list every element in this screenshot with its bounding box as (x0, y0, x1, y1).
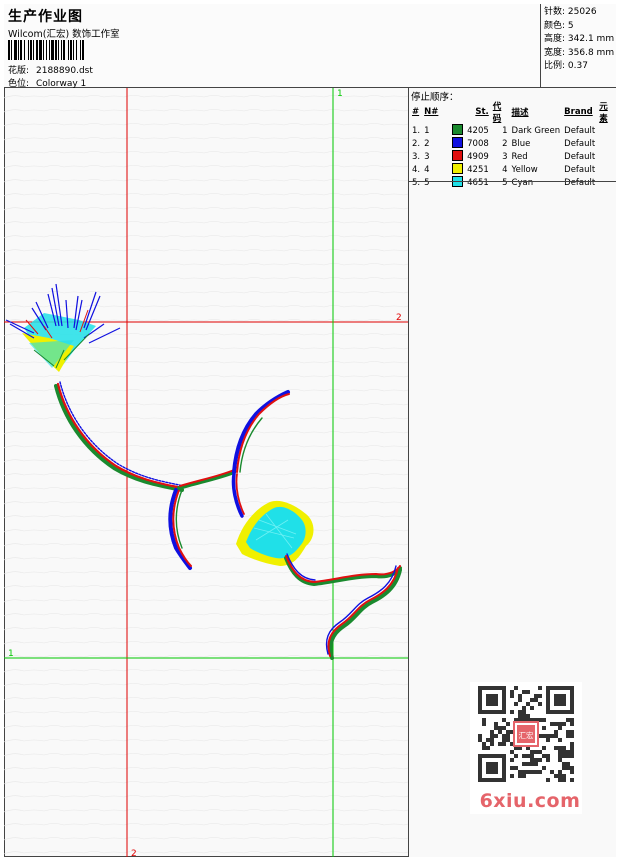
stat-scale: 比例: 0.37 (544, 61, 588, 71)
design-name-row: 花版: 2188890.dst (8, 63, 93, 76)
cell-element (597, 137, 616, 150)
col-swatch (450, 100, 465, 124)
cell-n: 2 (424, 138, 430, 149)
cell-element (597, 163, 616, 176)
col-index: # (412, 107, 420, 117)
table-row: 3. 3 4909 3 Red Default (410, 150, 616, 163)
red-horizontal-guide-label: 2 (396, 313, 402, 323)
cell-stitches: 4909 (467, 151, 489, 162)
color-swatch (450, 124, 465, 137)
cell-stitches: 7008 (467, 138, 489, 149)
stat-stitches: 针数: 25026 (544, 7, 597, 17)
cell-index: 4. (412, 164, 421, 175)
page-title: 生产作业图 (8, 9, 83, 25)
cell-code: 1 (502, 125, 508, 136)
thread-color-swatch (452, 163, 464, 174)
table-row: 4. 4 4251 4 Yellow Default (410, 163, 616, 176)
cell-desc: Blue (511, 138, 531, 149)
cell-brand: Default (564, 164, 596, 175)
cell-code: 2 (502, 138, 508, 149)
thread-color-swatch (452, 124, 464, 135)
barcode (8, 40, 84, 60)
green-horizontal-guide-label: 1 (8, 649, 14, 659)
design-name-label: 花版: (8, 66, 30, 76)
middle-stem (177, 390, 290, 518)
design-canvas: 2 2 1 1 (4, 88, 408, 857)
company-name: Wilcom(汇宏) 数饰工作室 (8, 29, 120, 40)
red-vertical-guide-label: 2 (131, 849, 137, 857)
cell-stitches: 4251 (467, 164, 489, 175)
table-row: 5. 5 4651 5 Cyan Default (410, 176, 616, 189)
cell-code: 3 (502, 151, 508, 162)
cell-code: 5 (502, 177, 508, 188)
table-header-row: # N# St. 代码 描述 Brand 元素 (410, 100, 616, 124)
fabric-texture (4, 95, 408, 855)
stop-sequence-table: # N# St. 代码 描述 Brand 元素 1. 1 4205 1 Dark Gre… (410, 100, 616, 189)
cell-brand: Default (564, 151, 596, 162)
cell-n: 3 (424, 151, 430, 162)
cell-element (597, 150, 616, 163)
flower-bud (5, 283, 121, 372)
col-brand: Brand (564, 107, 593, 117)
cell-index: 2. (412, 138, 421, 149)
flower-blossom (236, 500, 314, 566)
embroidery-design (5, 283, 402, 660)
stat-height: 高度: 342.1 mm (544, 34, 615, 44)
cell-stitches: 4205 (467, 125, 489, 136)
col-element: 元素 (599, 102, 608, 124)
color-swatch (450, 137, 465, 150)
cell-index: 5. (412, 177, 421, 188)
thread-color-swatch (452, 150, 464, 161)
header: 生产作业图 Wilcom(汇宏) 数饰工作室 花版: 2188890.dst 色位… (4, 4, 616, 89)
cell-brand: Default (564, 125, 596, 136)
cell-desc: Cyan (511, 177, 534, 188)
cell-index: 1. (412, 125, 421, 136)
green-vertical-guide-label: 1 (337, 89, 343, 99)
seal-text: 汇宏 (519, 730, 534, 740)
col-stitches: St. (475, 107, 489, 117)
color-swatch (450, 176, 465, 189)
thread-color-swatch (452, 137, 464, 148)
watermark-site: 6xiu.com (479, 790, 581, 812)
table-row: 2. 2 7008 2 Blue Default (410, 137, 616, 150)
cell-desc: Yellow (511, 164, 538, 175)
stat-width: 宽度: 356.8 mm (544, 47, 615, 58)
cell-element (597, 176, 616, 189)
cell-index: 3. (412, 151, 421, 162)
cell-brand: Default (564, 138, 596, 149)
left-branch (168, 488, 192, 570)
cell-code: 4 (502, 164, 508, 175)
cell-element (597, 124, 616, 137)
cell-stitches: 4651 (467, 177, 489, 188)
cell-desc: Dark Green (511, 125, 561, 136)
color-swatch (450, 150, 465, 163)
qr-code: 汇宏 (478, 686, 574, 782)
stats-panel: 针数: 25026 颜色: 5 高度: 342.1 mm 宽度: 356.8 m… (540, 4, 616, 88)
col-code: 代码 (492, 102, 502, 124)
design-name-value: 2188890.dst (36, 66, 93, 76)
col-n: N# (424, 107, 439, 117)
col-desc: 描述 (511, 108, 529, 118)
cell-n: 1 (424, 125, 430, 136)
stop-sequence-divider (409, 181, 616, 182)
stat-colors: 颜色: 5 (544, 20, 574, 31)
embroidery-preview: 2 2 1 1 (4, 88, 408, 857)
cell-n: 4 (424, 164, 430, 175)
color-swatch (450, 163, 465, 176)
cell-brand: Default (564, 177, 596, 188)
cell-desc: Red (511, 151, 528, 162)
cell-n: 5 (424, 177, 430, 188)
table-row: 1. 1 4205 1 Dark Green Default (410, 124, 616, 137)
